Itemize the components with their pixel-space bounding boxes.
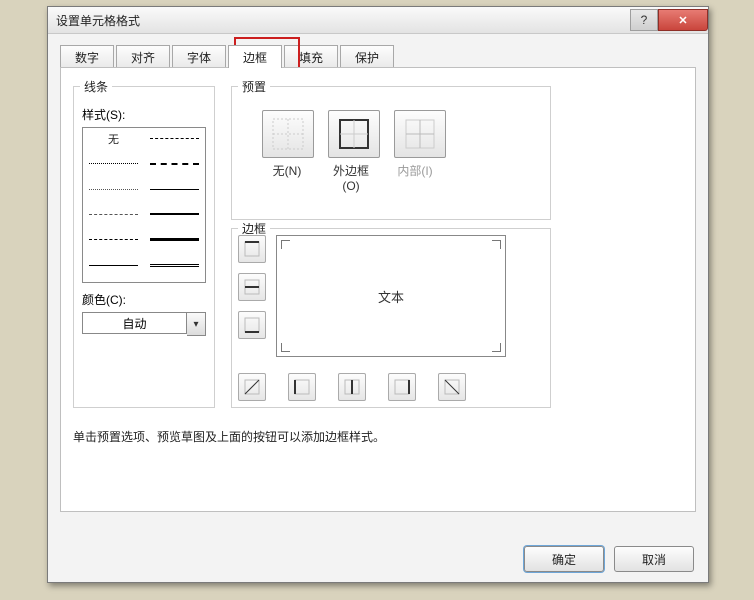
color-value[interactable]: 自动 bbox=[82, 312, 187, 334]
line-style-opt[interactable] bbox=[147, 131, 202, 146]
border-bottom-button[interactable] bbox=[238, 311, 266, 339]
border-side-buttons bbox=[238, 235, 266, 339]
line-fieldset: 线条 样式(S): 无 颜色(C): 自动 bbox=[73, 86, 215, 408]
preset-labels: 无(N) 外边框(O) 内部(I) bbox=[232, 158, 550, 193]
cancel-button[interactable]: 取消 bbox=[614, 546, 694, 572]
line-legend: 线条 bbox=[80, 78, 112, 95]
preset-legend: 预置 bbox=[238, 78, 270, 95]
line-style-opt[interactable] bbox=[86, 232, 141, 247]
preset-none-button[interactable] bbox=[262, 110, 314, 158]
preset-fieldset: 预置 无(N) 外边框(O) 内部(I) bbox=[231, 86, 551, 220]
dialog-window: 设置单元格格式 数字 对齐 字体 边框 填充 保护 线条 样式(S): 无 bbox=[47, 6, 709, 583]
line-style-opt[interactable] bbox=[147, 156, 202, 171]
line-style-opt[interactable] bbox=[86, 207, 141, 222]
border-diag-up-button[interactable] bbox=[238, 373, 266, 401]
tab-number[interactable]: 数字 bbox=[60, 45, 114, 68]
ok-button[interactable]: 确定 bbox=[524, 546, 604, 572]
border-fieldset: 边框 文本 bbox=[231, 228, 551, 408]
line-style-opt[interactable] bbox=[86, 182, 141, 197]
style-label: 样式(S): bbox=[82, 106, 214, 123]
border-hmid-button[interactable] bbox=[238, 273, 266, 301]
preset-none-label: 无(N) bbox=[262, 162, 312, 193]
titlebar: 设置单元格格式 bbox=[48, 7, 708, 34]
line-style-opt[interactable] bbox=[147, 258, 202, 273]
line-style-opt[interactable] bbox=[147, 232, 202, 247]
preset-inner-button[interactable] bbox=[394, 110, 446, 158]
window-title: 设置单元格格式 bbox=[56, 12, 140, 29]
border-bottom-buttons bbox=[238, 373, 466, 401]
dropdown-icon[interactable] bbox=[187, 312, 206, 336]
preset-outer-label: 外边框(O) bbox=[326, 162, 376, 193]
border-left-button[interactable] bbox=[288, 373, 316, 401]
line-style-opt[interactable] bbox=[86, 156, 141, 171]
preset-inner-label: 内部(I) bbox=[390, 162, 440, 193]
dialog-footer: 确定 取消 bbox=[524, 546, 694, 572]
tab-font[interactable]: 字体 bbox=[172, 45, 226, 68]
color-select[interactable]: 自动 bbox=[82, 312, 206, 336]
hint-text: 单击预置选项、预览草图及上面的按钮可以添加边框样式。 bbox=[73, 428, 385, 445]
tab-strip: 数字 对齐 字体 边框 填充 保护 bbox=[48, 34, 708, 67]
content-pane: 线条 样式(S): 无 颜色(C): 自动 bbox=[60, 67, 696, 512]
preset-outer-button[interactable] bbox=[328, 110, 380, 158]
color-label: 颜色(C): bbox=[82, 291, 214, 308]
tab-protect[interactable]: 保护 bbox=[340, 45, 394, 68]
tab-border[interactable]: 边框 bbox=[228, 45, 282, 68]
line-style-opt[interactable] bbox=[86, 258, 141, 273]
border-vmid-button[interactable] bbox=[338, 373, 366, 401]
help-button[interactable] bbox=[630, 9, 658, 31]
tab-align[interactable]: 对齐 bbox=[116, 45, 170, 68]
preview-text: 文本 bbox=[378, 287, 404, 306]
border-top-button[interactable] bbox=[238, 235, 266, 263]
line-style-none[interactable]: 无 bbox=[86, 131, 141, 146]
line-style-grid[interactable]: 无 bbox=[82, 127, 206, 283]
close-button[interactable] bbox=[658, 9, 708, 31]
line-style-opt[interactable] bbox=[147, 182, 202, 197]
border-diag-down-button[interactable] bbox=[438, 373, 466, 401]
border-preview[interactable]: 文本 bbox=[276, 235, 506, 357]
line-style-opt[interactable] bbox=[147, 207, 202, 222]
tab-fill[interactable]: 填充 bbox=[284, 45, 338, 68]
border-right-button[interactable] bbox=[388, 373, 416, 401]
